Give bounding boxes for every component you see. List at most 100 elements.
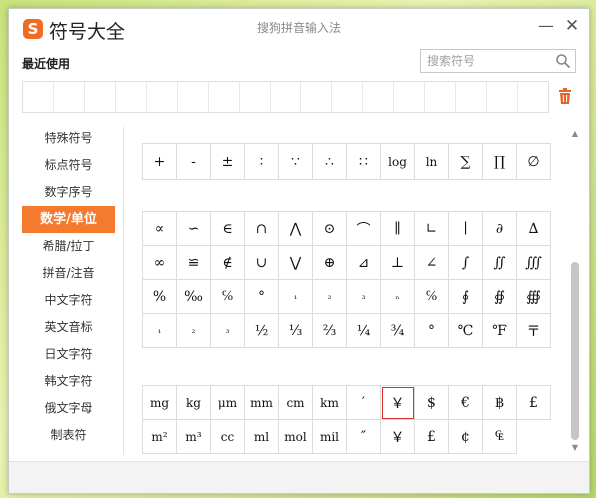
- recent-symbol-slot[interactable]: [54, 82, 85, 112]
- sidebar-item[interactable]: 中文字符: [22, 287, 115, 314]
- recent-symbol-slot[interactable]: [332, 82, 364, 112]
- symbol-cell[interactable]: ℅: [415, 280, 449, 314]
- symbol-cell[interactable]: ∂: [483, 212, 517, 246]
- symbol-cell[interactable]: ¼: [347, 314, 381, 348]
- symbol-cell[interactable]: ⊿: [347, 246, 381, 280]
- symbol-cell[interactable]: mg: [143, 386, 177, 420]
- scroll-up-icon[interactable]: ▲: [570, 129, 580, 139]
- symbol-cell[interactable]: ∥: [381, 212, 415, 246]
- symbol-cell[interactable]: ∭: [517, 246, 551, 280]
- symbol-cell[interactable]: mil: [313, 420, 347, 454]
- symbol-cell[interactable]: ₃: [347, 280, 381, 314]
- recent-symbol-slot[interactable]: [487, 82, 518, 112]
- symbol-cell[interactable]: ∅: [517, 144, 551, 180]
- symbol-cell[interactable]: ∆: [517, 212, 551, 246]
- recent-symbol-slot[interactable]: [363, 82, 395, 112]
- symbol-cell[interactable]: ∬: [483, 246, 517, 280]
- recent-symbol-slot[interactable]: [518, 82, 548, 112]
- symbol-cell[interactable]: €: [449, 386, 483, 420]
- title-bar[interactable]: S 符号大全 搜狗拼音输入法 — ✕: [9, 9, 589, 45]
- vertical-scrollbar[interactable]: ▲ ▼: [569, 127, 581, 455]
- recent-symbol-slot[interactable]: [23, 82, 54, 112]
- symbol-cell[interactable]: ∣: [449, 212, 483, 246]
- symbol-cell[interactable]: ±: [211, 144, 245, 180]
- symbol-cell[interactable]: ∝: [143, 212, 177, 246]
- symbol-cell[interactable]: ∈: [211, 212, 245, 246]
- symbol-cell[interactable]: ∩: [245, 212, 279, 246]
- sidebar-item[interactable]: 数字序号: [22, 179, 115, 206]
- symbol-cell[interactable]: ⋀: [279, 212, 313, 246]
- scroll-thumb[interactable]: [571, 262, 579, 440]
- symbol-cell[interactable]: ₁: [143, 314, 177, 348]
- symbol-cell[interactable]: ∟: [415, 212, 449, 246]
- symbol-cell[interactable]: ฿: [483, 386, 517, 420]
- symbol-cell[interactable]: ∉: [211, 246, 245, 280]
- recent-symbol-slot[interactable]: [425, 82, 457, 112]
- symbol-cell[interactable]: 〒: [517, 314, 551, 348]
- symbol-cell[interactable]: ₂: [313, 280, 347, 314]
- symbol-cell[interactable]: £: [517, 386, 551, 420]
- symbol-cell[interactable]: ∷: [347, 144, 381, 180]
- sidebar-item[interactable]: 特殊符号: [22, 125, 115, 152]
- recent-symbol-slot[interactable]: [240, 82, 271, 112]
- symbol-cell[interactable]: ′: [347, 386, 381, 420]
- symbol-cell[interactable]: ∫: [449, 246, 483, 280]
- recent-symbol-slot[interactable]: [394, 82, 426, 112]
- recent-symbol-slot[interactable]: [271, 82, 302, 112]
- symbol-cell[interactable]: -: [177, 144, 211, 180]
- symbol-cell[interactable]: ℅: [211, 280, 245, 314]
- symbol-cell[interactable]: $: [415, 386, 449, 420]
- sidebar-item[interactable]: 标点符号: [22, 152, 115, 179]
- symbol-cell[interactable]: ∏: [483, 144, 517, 180]
- trash-icon[interactable]: [557, 87, 573, 105]
- symbol-cell[interactable]: ∯: [483, 280, 517, 314]
- symbol-cell[interactable]: °: [245, 280, 279, 314]
- symbol-cell[interactable]: ∑: [449, 144, 483, 180]
- close-button[interactable]: ✕: [561, 15, 583, 37]
- symbol-cell[interactable]: ℉: [483, 314, 517, 348]
- recent-symbol-slot[interactable]: [178, 82, 209, 112]
- sidebar-item[interactable]: 英文音标: [22, 314, 115, 341]
- symbol-cell[interactable]: cc: [211, 420, 245, 454]
- symbol-cell[interactable]: ₁: [279, 280, 313, 314]
- recent-symbol-slot[interactable]: [147, 82, 178, 112]
- symbol-cell[interactable]: ∵: [279, 144, 313, 180]
- recent-symbol-slot[interactable]: [116, 82, 147, 112]
- symbol-cell[interactable]: ∴: [313, 144, 347, 180]
- symbol-cell[interactable]: ¾: [381, 314, 415, 348]
- symbol-cell[interactable]: ₂: [177, 314, 211, 348]
- symbol-cell[interactable]: ⅔: [313, 314, 347, 348]
- symbol-cell[interactable]: £: [415, 420, 449, 454]
- symbol-cell[interactable]: ₠: [483, 420, 517, 454]
- symbol-cell[interactable]: ≌: [177, 246, 211, 280]
- symbol-cell[interactable]: °: [415, 314, 449, 348]
- symbol-cell[interactable]: km: [313, 386, 347, 420]
- symbol-cell[interactable]: %: [143, 280, 177, 314]
- symbol-cell[interactable]: m³: [177, 420, 211, 454]
- sidebar-item[interactable]: 拼音/注音: [22, 260, 115, 287]
- recent-symbol-slot[interactable]: [301, 82, 333, 112]
- search-input[interactable]: [421, 50, 551, 72]
- search-icon[interactable]: [555, 53, 571, 69]
- sidebar-item[interactable]: 希腊/拉丁: [22, 233, 115, 260]
- symbol-cell[interactable]: ⊕: [313, 246, 347, 280]
- symbol-cell[interactable]: ℃: [449, 314, 483, 348]
- symbol-cell[interactable]: ∰: [517, 280, 551, 314]
- symbol-cell[interactable]: ⊙: [313, 212, 347, 246]
- symbol-cell[interactable]: ∽: [177, 212, 211, 246]
- recent-symbol-slot[interactable]: [85, 82, 116, 112]
- symbol-cell[interactable]: ∮: [449, 280, 483, 314]
- symbol-cell[interactable]: mol: [279, 420, 313, 454]
- symbol-cell[interactable]: ⊥: [381, 246, 415, 280]
- search-box[interactable]: [420, 49, 576, 73]
- symbol-cell[interactable]: log: [381, 144, 415, 180]
- sidebar-item[interactable]: 数学/单位: [22, 206, 115, 233]
- symbol-cell[interactable]: ∞: [143, 246, 177, 280]
- symbol-cell[interactable]: ₃: [211, 314, 245, 348]
- symbol-cell[interactable]: ½: [245, 314, 279, 348]
- symbol-cell[interactable]: mm: [245, 386, 279, 420]
- symbol-cell[interactable]: ∠: [415, 246, 449, 280]
- symbol-cell[interactable]: ￥: [381, 420, 415, 454]
- recent-symbol-slot[interactable]: [209, 82, 240, 112]
- symbol-cell[interactable]: cm: [279, 386, 313, 420]
